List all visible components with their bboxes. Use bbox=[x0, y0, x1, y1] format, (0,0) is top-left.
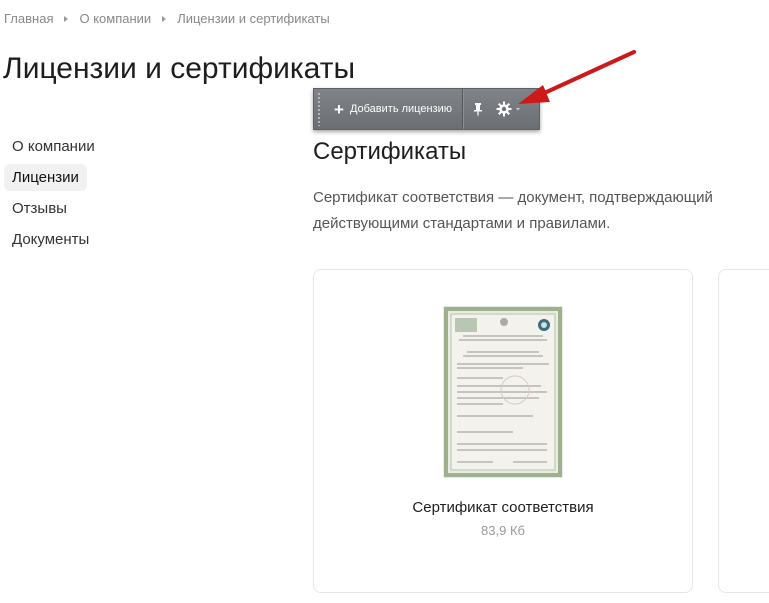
sidebar-menu: О компании Лицензии Отзывы Документы bbox=[4, 133, 134, 257]
breadcrumb-separator-icon bbox=[162, 15, 167, 22]
section-description-line2: действующими стандартами и правилами. bbox=[313, 215, 611, 232]
page-title: Лицензии и сертификаты bbox=[3, 52, 356, 85]
breadcrumb-home[interactable]: Главная bbox=[4, 11, 53, 26]
card-file-size: 83,9 Кб bbox=[481, 523, 525, 538]
certificate-image bbox=[443, 306, 563, 478]
section-description-line1: Сертификат соответствия — документ, подт… bbox=[313, 189, 713, 206]
certificate-card-next[interactable] bbox=[718, 269, 769, 593]
annotation-arrow-icon bbox=[518, 50, 636, 104]
sidebar-item-licenses[interactable]: Лицензии bbox=[4, 164, 87, 191]
sidebar-item-documents[interactable]: Документы bbox=[4, 226, 97, 253]
add-license-label: Добавить лицензию bbox=[349, 103, 452, 115]
card-title[interactable]: Сертификат соответствия bbox=[314, 499, 692, 516]
breadcrumb-current[interactable]: Лицензии и сертификаты bbox=[177, 11, 330, 26]
breadcrumb: Главная О компании Лицензии и сертификат… bbox=[4, 11, 330, 26]
pin-button[interactable] bbox=[464, 89, 492, 129]
breadcrumb-separator-icon bbox=[64, 15, 69, 22]
plus-icon: + bbox=[334, 99, 344, 119]
section-title: Сертификаты bbox=[313, 138, 467, 165]
pin-icon bbox=[473, 103, 482, 116]
sidebar-item-about[interactable]: О компании bbox=[4, 133, 103, 160]
breadcrumb-about[interactable]: О компании bbox=[79, 11, 151, 26]
section-description: Сертификат соответствия — документ, подт… bbox=[313, 185, 769, 237]
add-license-button[interactable]: + Добавить лицензию bbox=[322, 89, 463, 129]
certificate-card[interactable]: Сертификат соответствия 83,9 Кб bbox=[313, 269, 693, 593]
sidebar-item-reviews[interactable]: Отзывы bbox=[4, 195, 75, 222]
